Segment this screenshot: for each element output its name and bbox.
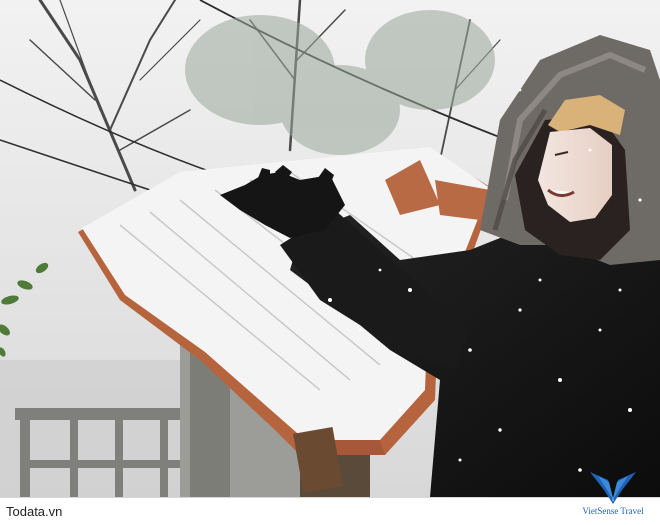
footer-bar: Todata.vn	[0, 497, 660, 525]
bird-logo-icon	[590, 472, 636, 504]
brand-name: VietSense Travel	[582, 506, 644, 516]
brand-logo: VietSense Travel	[578, 468, 648, 520]
site-label: Todata.vn	[6, 504, 63, 519]
photo	[0, 0, 660, 497]
page: Todata.vn VietSense Travel	[0, 0, 660, 525]
